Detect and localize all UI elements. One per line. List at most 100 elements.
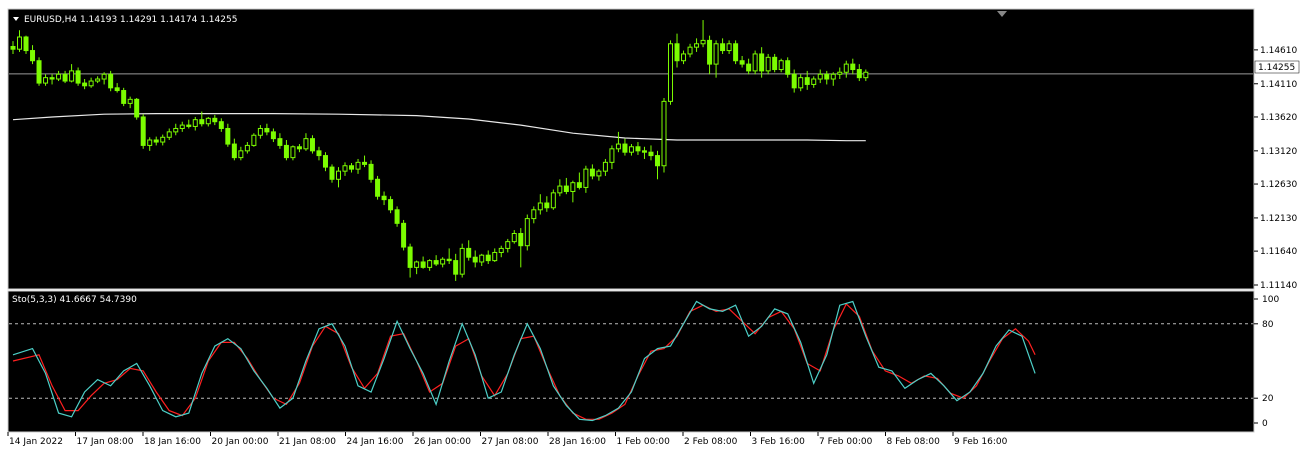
candle-body-bearish <box>824 73 830 80</box>
candle-body-bullish <box>570 182 576 192</box>
candle <box>752 50 758 75</box>
candle-body-bearish <box>420 261 426 268</box>
candle-body-bullish <box>628 146 634 153</box>
candle-body-bullish <box>531 209 537 220</box>
time-tick-label: 9 Feb 16:00 <box>954 437 1008 447</box>
price-tick-label: 1.14610 <box>1260 46 1297 56</box>
candle <box>785 57 791 78</box>
candle-body-bullish <box>596 170 602 177</box>
candle-body-bullish <box>244 144 250 152</box>
current-price-label: 1.14255 <box>1258 63 1295 73</box>
stoch-tick-label: 20 <box>1262 394 1274 404</box>
time-tick-label: 1 Feb 00:00 <box>617 437 671 447</box>
price-tick-label: 1.11140 <box>1260 281 1297 291</box>
candle-body-bearish <box>589 168 595 177</box>
candle-body-bearish <box>75 70 81 84</box>
candle <box>121 87 127 107</box>
candle <box>459 243 465 278</box>
candle-body-bullish <box>700 39 706 45</box>
candle-body-bearish <box>82 82 88 87</box>
candle-body-bearish <box>30 50 36 62</box>
candle-body-bullish <box>694 43 700 48</box>
candle-body-bearish <box>121 90 127 104</box>
candle-body-bearish <box>804 77 810 85</box>
candle-body-bullish <box>583 168 589 188</box>
candle-body-bearish <box>453 260 459 275</box>
candle-body-bearish <box>296 146 302 150</box>
candle-body-bullish <box>765 56 771 72</box>
stoch-tick-label: 0 <box>1262 419 1268 429</box>
candle-body-bearish <box>368 163 374 180</box>
symbol-label: EURUSD,H4 1.14193 1.14291 1.14174 1.1425… <box>24 15 237 25</box>
candle-body-bearish <box>674 43 680 62</box>
candle-body-bullish <box>127 98 133 104</box>
candle-body-bearish <box>329 166 335 180</box>
candle-body-bearish <box>381 195 387 201</box>
candle-body-bearish <box>114 87 120 92</box>
candle-body-bearish <box>62 73 68 82</box>
candle-body-bullish <box>427 260 433 268</box>
price-tick-label: 1.12630 <box>1260 180 1297 190</box>
candle-body-bullish <box>798 77 804 89</box>
candle-body-bullish <box>355 161 361 170</box>
candle-body-bearish <box>277 138 283 146</box>
candle-body-bearish <box>466 247 472 258</box>
candle-body-bearish <box>264 127 270 133</box>
stochastic-panel[interactable] <box>7 290 1255 433</box>
candle-body-bullish <box>179 124 185 129</box>
price-tick-label: 1.13120 <box>1260 147 1297 157</box>
candle-body-bullish <box>192 119 198 127</box>
candle <box>733 40 739 65</box>
candle-body-bullish <box>95 78 101 82</box>
candle <box>661 97 667 173</box>
candle-body-bullish <box>557 185 563 194</box>
candle-body-bearish <box>733 43 739 62</box>
candle <box>375 175 381 200</box>
candle <box>140 114 146 149</box>
candle-body-bullish <box>479 254 485 263</box>
stochastic-label: Sto(5,3,3) 41.6667 54.7390 <box>12 295 137 305</box>
chart-canvas: EURUSD,H4 1.14193 1.14291 1.14174 1.1425… <box>7 8 1300 447</box>
candle-body-bearish <box>108 73 114 89</box>
candle-body-bearish <box>283 144 289 159</box>
candle-body-bullish <box>160 136 166 143</box>
candle-body-bearish <box>446 258 452 262</box>
candle-body-bearish <box>791 73 797 89</box>
candle-body-bullish <box>56 73 62 80</box>
candle-body-bearish <box>401 222 407 248</box>
price-tick-label: 1.13620 <box>1260 113 1297 123</box>
candle-body-bearish <box>472 256 478 263</box>
time-tick-label: 17 Jan 08:00 <box>77 437 134 447</box>
candle-body-bearish <box>641 150 647 153</box>
candle-body-bullish <box>342 165 348 172</box>
candle-body-bearish <box>199 119 205 125</box>
candle-body-bullish <box>498 247 504 253</box>
candle-body-bullish <box>615 143 621 150</box>
candle-body-bullish <box>459 247 465 275</box>
candle-body-bearish <box>23 36 29 52</box>
candle-body-bullish <box>166 131 172 138</box>
price-tick-label: 1.11640 <box>1260 247 1297 257</box>
candle-body-bullish <box>440 258 446 265</box>
candle-body-bullish <box>147 139 153 146</box>
candle-body-bullish <box>257 127 263 136</box>
candle-body-bearish <box>856 69 862 79</box>
time-tick-label: 2 Feb 08:00 <box>684 437 738 447</box>
time-tick-label: 24 Jan 16:00 <box>347 437 404 447</box>
candle-body-bearish <box>349 165 355 170</box>
price-tick-label: 1.12130 <box>1260 214 1297 224</box>
time-tick-label: 7 Feb 00:00 <box>819 437 873 447</box>
candle <box>524 214 530 251</box>
candle-body-bullish <box>668 43 674 102</box>
candle-body-bearish <box>654 155 660 167</box>
candle-body-bearish <box>707 39 713 65</box>
candle-body-bullish <box>290 146 296 159</box>
candle-body-bullish <box>43 77 49 84</box>
candle-body-bullish <box>101 73 107 80</box>
candle-body-bullish <box>251 134 257 146</box>
candle-body-bullish <box>726 43 732 52</box>
candle-body-bullish <box>550 192 556 209</box>
candle-body-bearish <box>186 124 192 127</box>
candle-body-bullish <box>88 80 94 87</box>
candle-body-bearish <box>746 63 752 72</box>
